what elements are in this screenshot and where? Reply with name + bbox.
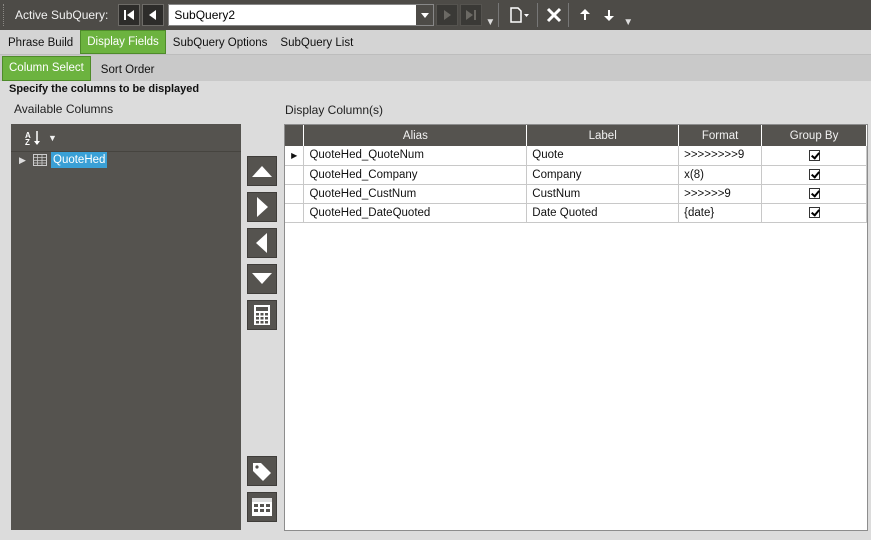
grid-header-row: Alias Label Format Group By [285,125,867,146]
tree-header: AZ ▼ [11,124,241,152]
toolbar-separator [537,3,539,27]
table-row[interactable]: QuoteHed_Company Company x(8) [285,165,867,185]
cell-label[interactable]: CustNum [526,184,680,204]
tab-subquery-list[interactable]: SubQuery List [274,32,359,54]
subquery-select[interactable]: SubQuery2 [168,4,435,26]
new-document-icon [510,7,530,23]
tag-button[interactable] [247,456,277,486]
toolbar: Active SubQuery: SubQuery2 ▼ ▼ [0,0,871,30]
grid-view-button[interactable] [247,492,277,522]
triangle-up-icon [252,166,272,177]
delete-button[interactable] [543,4,565,26]
row-indicator [285,165,305,185]
cell-alias[interactable]: QuoteHed_Company [303,165,528,185]
tab-sort-order[interactable]: Sort Order [95,59,161,81]
row-indicator [285,203,305,223]
cell-alias[interactable]: QuoteHed_QuoteNum [303,146,528,166]
table-row[interactable]: QuoteHed_DateQuoted Date Quoted {date} [285,203,867,223]
move-down-button[interactable] [598,4,620,26]
tab-subquery-options[interactable]: SubQuery Options [167,32,274,54]
calculated-field-button[interactable] [247,300,277,330]
tab-display-fields[interactable]: Display Fields [80,30,166,54]
arrow-up-icon [580,9,591,20]
group-by-checkbox[interactable] [808,149,820,161]
cell-label[interactable]: Date Quoted [526,203,680,223]
overflow-dropdown-icon[interactable]: ▼ [485,17,495,30]
expand-arrow-icon[interactable]: ▶ [19,155,31,166]
main-tabs: Phrase Build Display Fields SubQuery Opt… [0,30,871,55]
remove-column-button[interactable] [247,228,277,258]
tab-column-select[interactable]: Column Select [2,56,91,81]
cell-group-by[interactable] [761,184,867,204]
column-header-alias[interactable]: Alias [303,125,528,146]
table-icon [33,154,47,166]
arrow-down-icon [604,10,615,21]
last-record-button[interactable] [460,4,483,26]
group-by-checkbox[interactable] [808,168,820,180]
table-row[interactable]: ▶ QuoteHed_QuoteNum Quote >>>>>>>>9 [285,146,867,166]
tag-icon [253,463,271,481]
table-grid-icon [252,498,272,516]
calculator-icon [254,305,270,325]
column-header-group-by[interactable]: Group By [761,125,867,146]
move-column-down-button[interactable] [247,264,277,294]
cell-format[interactable]: {date} [678,203,763,223]
available-columns-tree[interactable]: AZ ▼ ▶ QuoteHed [11,124,241,530]
previous-icon [149,10,157,20]
row-indicator [285,184,305,204]
cell-label[interactable]: Company [526,165,680,185]
chevron-down-icon[interactable] [416,5,434,25]
column-header-format[interactable]: Format [678,125,763,146]
group-by-checkbox[interactable] [808,206,820,218]
cell-group-by[interactable] [761,203,867,223]
cell-group-by[interactable] [761,165,867,185]
cell-group-by[interactable] [761,146,867,166]
next-icon [444,10,452,20]
svg-text:Z: Z [25,138,30,146]
add-column-button[interactable] [247,192,277,222]
group-by-checkbox[interactable] [808,187,820,199]
move-up-button[interactable] [574,4,596,26]
row-indicator-header [285,125,305,146]
cell-label[interactable]: Quote [526,146,680,166]
subquery-select-value: SubQuery2 [174,8,236,22]
first-icon [124,10,135,20]
triangle-left-icon [256,233,267,253]
display-columns-label: Display Column(s) [285,103,384,117]
cell-alias[interactable]: QuoteHed_DateQuoted [303,203,528,223]
toolbar-separator [568,3,570,27]
triangle-right-icon [257,197,268,217]
display-columns-table: Alias Label Format Group By ▶ QuoteHed_Q… [285,125,867,223]
instruction-text: Specify the columns to be displayed [9,83,200,95]
cell-format[interactable]: >>>>>>9 [678,184,763,204]
next-record-button[interactable] [436,4,459,26]
overflow-dropdown-icon[interactable]: ▼ [623,17,633,30]
previous-record-button[interactable] [142,4,165,26]
cell-format[interactable]: x(8) [678,165,763,185]
first-record-button[interactable] [118,4,141,26]
active-subquery-label: Active SubQuery: [15,8,109,22]
current-row-arrow-icon: ▶ [285,146,305,166]
delete-x-icon [547,7,562,23]
tab-phrase-build[interactable]: Phrase Build [2,32,79,54]
triangle-down-icon [252,273,272,284]
tree-node-quotehed[interactable]: ▶ QuoteHed [11,152,241,168]
column-header-label[interactable]: Label [526,125,680,146]
move-column-up-button[interactable] [247,156,277,186]
tree-node-label[interactable]: QuoteHed [51,152,108,168]
toolbar-separator [498,3,500,27]
sub-tabs: Column Select Sort Order [0,55,871,81]
table-row[interactable]: QuoteHed_CustNum CustNum >>>>>>9 [285,184,867,204]
last-icon [466,10,477,20]
cell-alias[interactable]: QuoteHed_CustNum [303,184,528,204]
new-button[interactable] [504,4,534,26]
sort-az-icon[interactable]: AZ ▼ [25,130,57,146]
available-columns-label: Available Columns [14,102,114,116]
cell-format[interactable]: >>>>>>>>9 [678,146,763,166]
display-columns-grid[interactable]: Alias Label Format Group By ▶ QuoteHed_Q… [284,124,868,531]
